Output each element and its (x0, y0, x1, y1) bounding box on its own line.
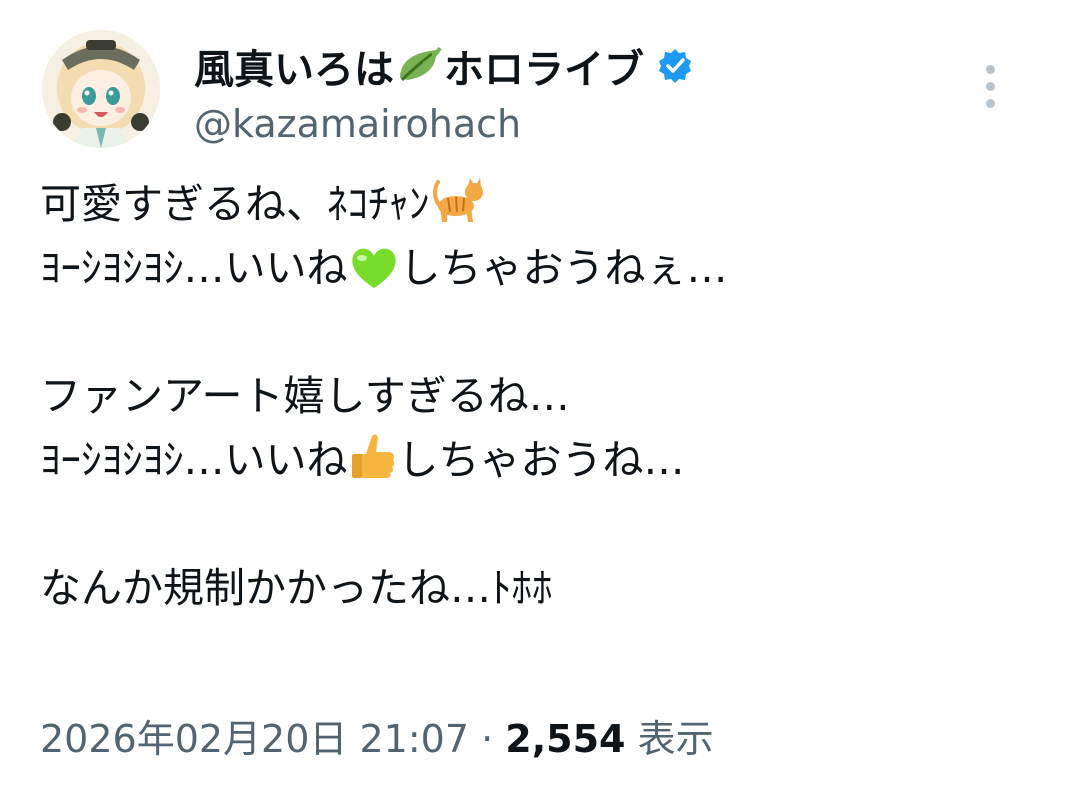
timestamp[interactable]: 2026年02月20日 21:07 (40, 717, 469, 761)
tweet-line-2-text-b: しちゃおうねぇ… (399, 244, 728, 292)
tweet-text: 可愛すぎるね、ﾈｺﾁｬﾝ ﾖｰｼﾖｼﾖｼ…いいね しちゃおうねぇ… ファンアート… (40, 172, 1040, 620)
more-dot (985, 81, 995, 91)
tweet-line-5: なんか規制かかったね…ﾄﾎﾎ (40, 556, 1040, 620)
more-options-icon[interactable] (970, 56, 1010, 116)
tweet: 風真いろは ホロライブ @kazamairohach 可愛すぎるね、ﾈｺﾁｬﾝ … (0, 0, 1080, 785)
tweet-line-4-text-a: ﾖｰｼﾖｼﾖｼ…いいね (40, 436, 348, 484)
display-name-suffix[interactable]: ホロライブ (444, 37, 644, 95)
display-name-row[interactable]: 風真いろは ホロライブ (194, 38, 694, 94)
tweet-line-4-text-b: しちゃおうね… (397, 436, 685, 484)
tweet-line-3: ファンアート嬉しすぎるね… (40, 364, 1040, 428)
tweet-line-1-text: 可愛すぎるね、ﾈｺﾁｬﾝ (40, 180, 430, 228)
display-name[interactable]: 風真いろは (194, 37, 394, 95)
views-label: 表示 (637, 717, 714, 761)
tweet-line-1: 可愛すぎるね、ﾈｺﾁｬﾝ (40, 172, 1040, 236)
handle[interactable]: @kazamairohach (194, 102, 694, 146)
author-names: 風真いろは ホロライブ @kazamairohach (194, 38, 694, 146)
tweet-line-3-text: ファンアート嬉しすぎるね… (40, 372, 570, 420)
thumbs-up-emoji (348, 430, 398, 500)
tweet-line-5-text: なんか規制かかったね…ﾄﾎﾎ (40, 564, 553, 612)
tweet-line-4: ﾖｰｼﾖｼﾖｼ…いいね しちゃおうね… (40, 428, 1040, 492)
more-dot (985, 64, 995, 74)
cat-emoji (430, 176, 486, 244)
tweet-line-2-text-a: ﾖｰｼﾖｼﾖｼ…いいね (40, 244, 348, 292)
green-heart-emoji (348, 244, 400, 308)
leaf-emoji (396, 44, 442, 88)
meta-separator: · (481, 717, 494, 761)
verified-badge-icon (656, 47, 694, 85)
views-count[interactable]: 2,554 (505, 717, 625, 761)
tweet-meta: 2026年02月20日 21:07 · 2,554 表示 (40, 708, 714, 763)
avatar[interactable] (42, 30, 160, 148)
more-dot (985, 98, 995, 108)
tweet-line-2: ﾖｰｼﾖｼﾖｼ…いいね しちゃおうねぇ… (40, 236, 1040, 300)
tweet-header: 風真いろは ホロライブ @kazamairohach (42, 30, 1042, 150)
avatar-image (42, 30, 160, 148)
